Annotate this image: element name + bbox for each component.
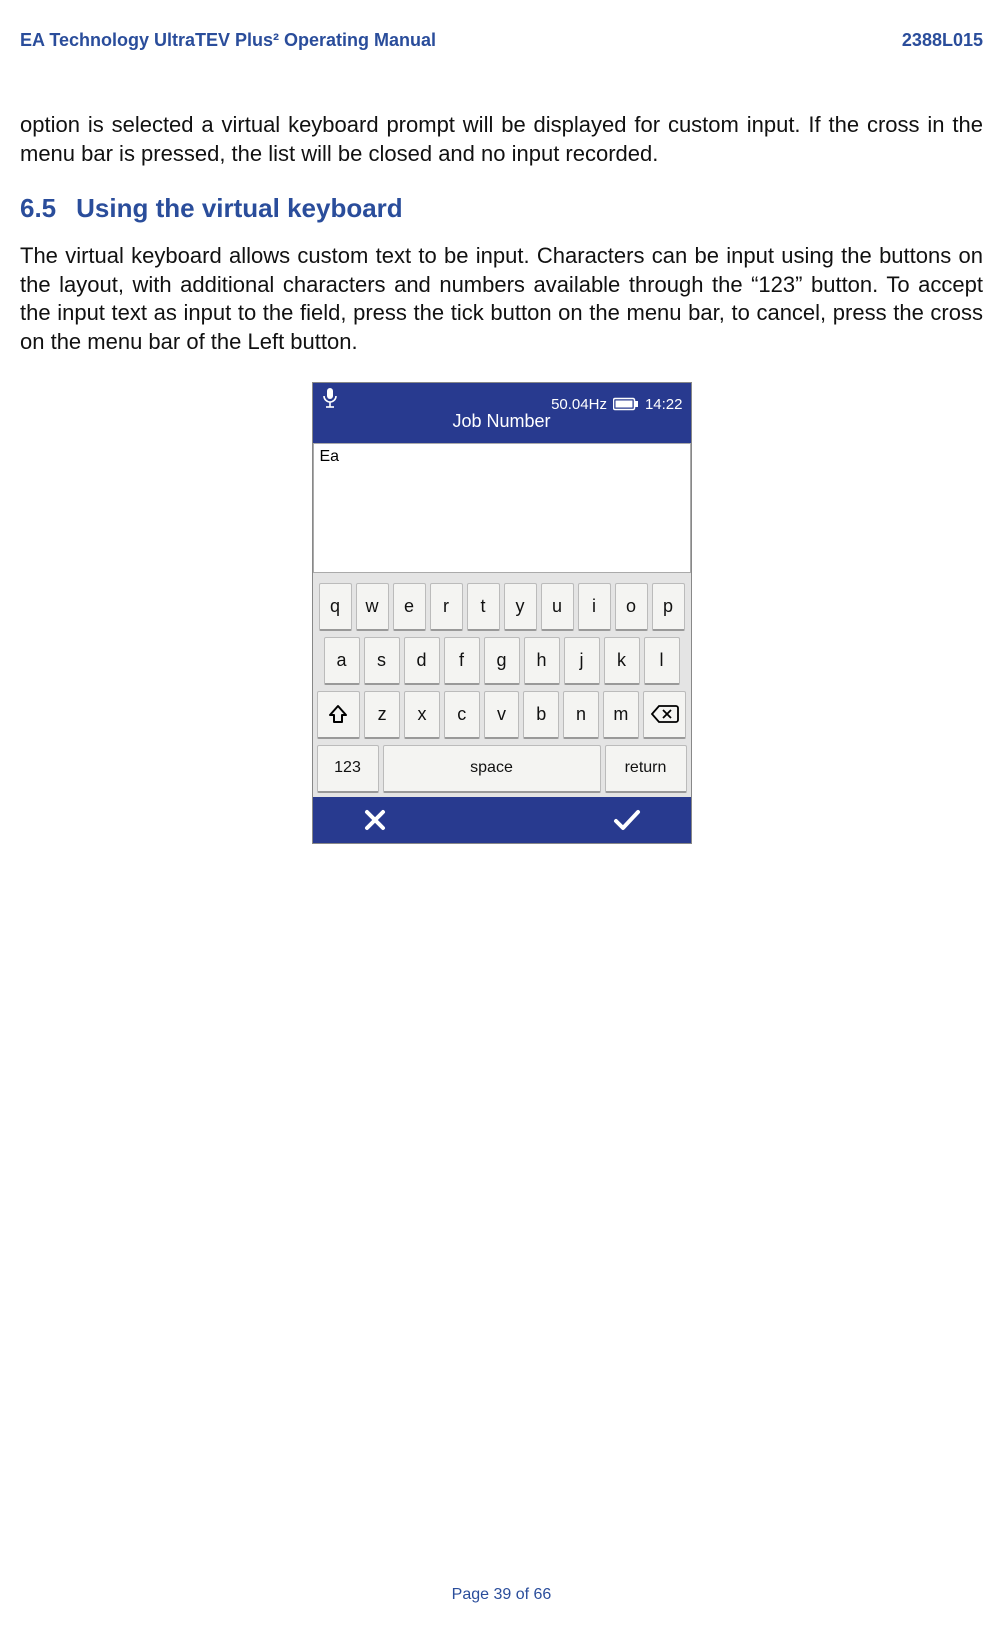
key-q[interactable]: q: [319, 583, 352, 631]
key-m[interactable]: m: [603, 691, 639, 739]
key-return[interactable]: return: [605, 745, 687, 793]
key-p[interactable]: p: [652, 583, 685, 631]
tick-icon: [613, 808, 641, 832]
key-v[interactable]: v: [484, 691, 520, 739]
key-w[interactable]: w: [356, 583, 389, 631]
cross-icon: [363, 808, 387, 832]
page-header: EA Technology UltraTEV Plus² Operating M…: [20, 30, 983, 51]
key-s[interactable]: s: [364, 637, 400, 685]
key-backspace[interactable]: [643, 691, 687, 739]
key-b[interactable]: b: [523, 691, 559, 739]
key-k[interactable]: k: [604, 637, 640, 685]
device-screenshot: 50.04Hz 14:22 Job Number Ea q w e r t y …: [312, 382, 692, 844]
section-title: Using the virtual keyboard: [76, 193, 403, 223]
key-t[interactable]: t: [467, 583, 500, 631]
section-heading: 6.5 Using the virtual keyboard: [20, 193, 983, 224]
intro-paragraph: option is selected a virtual keyboard pr…: [20, 111, 983, 168]
key-g[interactable]: g: [484, 637, 520, 685]
key-x[interactable]: x: [404, 691, 440, 739]
key-d[interactable]: d: [404, 637, 440, 685]
key-l[interactable]: l: [644, 637, 680, 685]
key-r[interactable]: r: [430, 583, 463, 631]
keyboard-row-1: q w e r t y u i o p: [317, 583, 687, 631]
key-shift[interactable]: [317, 691, 361, 739]
cancel-button[interactable]: [363, 808, 387, 832]
key-e[interactable]: e: [393, 583, 426, 631]
key-123[interactable]: 123: [317, 745, 379, 793]
key-o[interactable]: o: [615, 583, 648, 631]
key-y[interactable]: y: [504, 583, 537, 631]
key-j[interactable]: j: [564, 637, 600, 685]
header-left: EA Technology UltraTEV Plus² Operating M…: [20, 30, 436, 51]
keyboard-row-2: a s d f g h j k l: [317, 637, 687, 685]
key-space[interactable]: space: [383, 745, 601, 793]
keyboard-row-4: 123 space return: [317, 745, 687, 793]
page-footer: Page 39 of 66: [0, 1586, 1003, 1604]
key-n[interactable]: n: [563, 691, 599, 739]
microphone-icon: [321, 387, 339, 409]
key-i[interactable]: i: [578, 583, 611, 631]
virtual-keyboard: q w e r t y u i o p a s d f g h j k l: [313, 573, 691, 797]
section-number: 6.5: [20, 193, 56, 223]
header-right: 2388L015: [902, 30, 983, 51]
accept-button[interactable]: [613, 808, 641, 832]
text-input-field[interactable]: Ea: [313, 443, 691, 573]
status-title: Job Number: [313, 411, 691, 432]
shift-icon: [327, 703, 349, 725]
backspace-icon: [651, 704, 679, 724]
keyboard-row-3: z x c v b n m: [317, 691, 687, 739]
key-u[interactable]: u: [541, 583, 574, 631]
device-status-bar: 50.04Hz 14:22 Job Number: [313, 383, 691, 443]
section-body: The virtual keyboard allows custom text …: [20, 242, 983, 356]
key-h[interactable]: h: [524, 637, 560, 685]
key-f[interactable]: f: [444, 637, 480, 685]
battery-icon: [613, 397, 639, 411]
key-c[interactable]: c: [444, 691, 480, 739]
key-a[interactable]: a: [324, 637, 360, 685]
device-menu-bar: [313, 797, 691, 843]
key-z[interactable]: z: [364, 691, 400, 739]
